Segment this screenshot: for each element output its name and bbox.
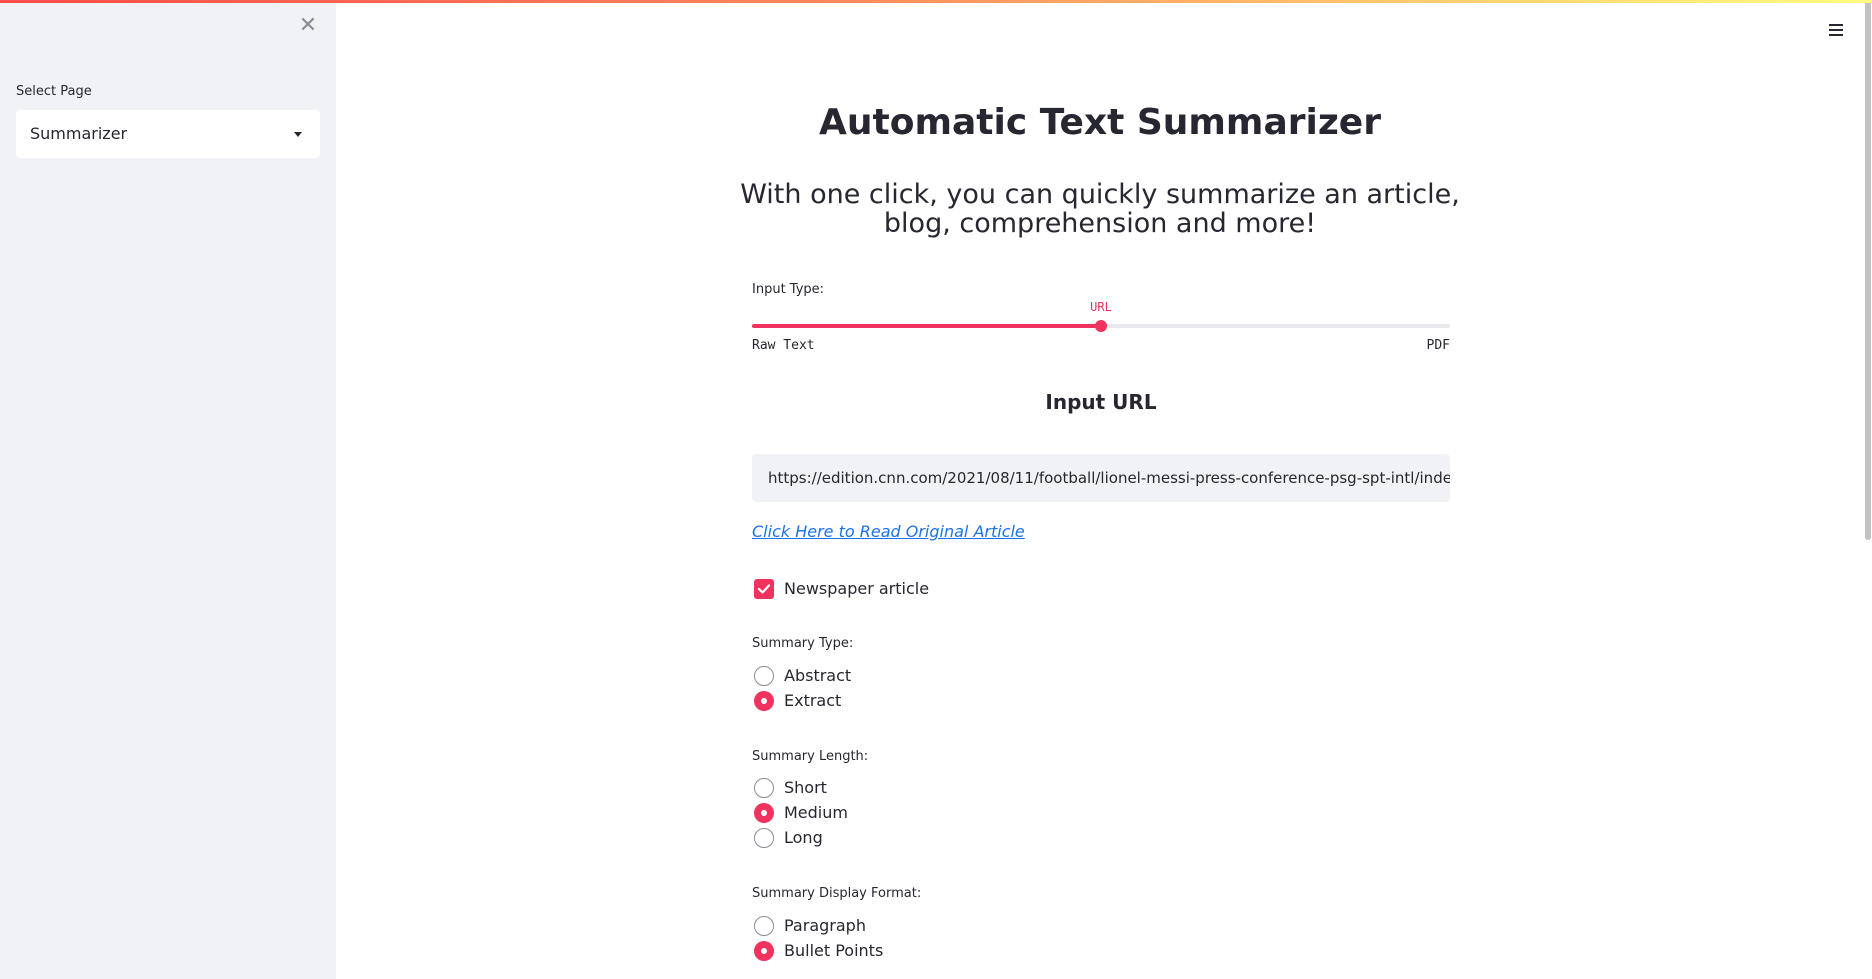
page-select[interactable]: Summarizer: [16, 110, 320, 158]
scrollbar-thumb[interactable]: [1865, 0, 1871, 540]
radio-label: Medium: [784, 803, 848, 822]
input-type-label: Input Type:: [752, 282, 825, 297]
summary-type-label: Summary Type:: [752, 636, 854, 651]
radio-circle[interactable]: [754, 691, 774, 711]
page-subtitle: With one click, you can quickly summariz…: [740, 179, 1460, 239]
page-select-value: Summarizer: [30, 124, 128, 143]
sidebar: ✕ Select Page Summarizer: [0, 0, 336, 979]
input-url-heading: Input URL: [1045, 390, 1157, 414]
newspaper-article-label: Newspaper article: [784, 579, 930, 598]
radio-circle[interactable]: [754, 941, 774, 961]
radio-label: Abstract: [784, 666, 852, 685]
radio-label: Bullet Points: [784, 941, 884, 960]
display-format-label: Summary Display Format:: [752, 886, 922, 901]
radio-circle[interactable]: [754, 803, 774, 823]
radio-circle[interactable]: [754, 666, 774, 686]
radio-circle[interactable]: [754, 828, 774, 848]
main-content: Automatic Text Summarizer With one click…: [336, 0, 1860, 979]
radio-label: Long: [784, 828, 823, 847]
slider-fill: [752, 324, 1101, 328]
radio-label: Short: [784, 778, 827, 797]
close-icon[interactable]: ✕: [296, 14, 320, 38]
checkmark-icon[interactable]: [754, 579, 774, 599]
input-type-slider[interactable]: URL Raw Text PDF: [752, 300, 1450, 360]
url-input[interactable]: https://edition.cnn.com/2021/08/11/footb…: [752, 454, 1450, 502]
url-input-value: https://edition.cnn.com/2021/08/11/footb…: [768, 469, 1450, 487]
radio-circle[interactable]: [754, 778, 774, 798]
select-page-label: Select Page: [16, 84, 92, 99]
slider-min-label: Raw Text: [752, 338, 815, 353]
summary-length-label: Summary Length:: [752, 749, 869, 764]
radio-label: Extract: [784, 691, 842, 710]
caret-down-icon: [294, 132, 302, 137]
read-original-article-link[interactable]: Click Here to Read Original Article: [752, 522, 1025, 541]
page-title: Automatic Text Summarizer: [819, 102, 1381, 143]
radio-label: Paragraph: [784, 916, 866, 935]
slider-max-label: PDF: [1426, 338, 1450, 353]
top-gradient-bar: [0, 0, 1872, 3]
slider-value: URL: [1090, 300, 1112, 314]
radio-circle[interactable]: [754, 916, 774, 936]
slider-thumb[interactable]: [1095, 320, 1107, 332]
